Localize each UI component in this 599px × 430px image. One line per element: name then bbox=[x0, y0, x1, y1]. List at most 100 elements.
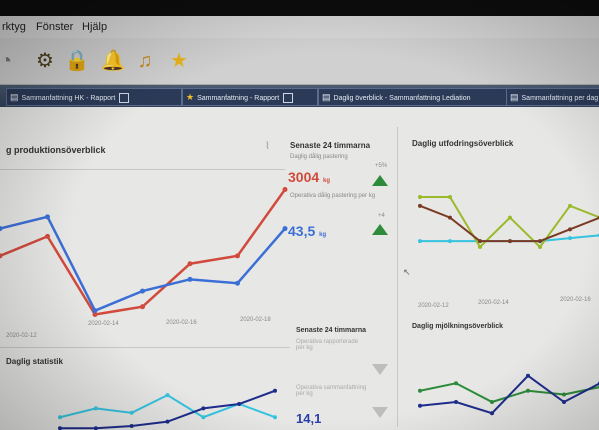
data-point bbox=[58, 426, 62, 430]
menu-bar: rktyg Fönster Hjälp bbox=[0, 16, 599, 38]
toolbar-partial-icon[interactable]: ◔ bbox=[0, 48, 12, 74]
data-point bbox=[187, 261, 193, 267]
data-point bbox=[508, 239, 512, 244]
metric-delta: +4 bbox=[378, 213, 385, 219]
series-line bbox=[419, 382, 599, 404]
data-point bbox=[562, 392, 566, 397]
report-icon: ▤ bbox=[10, 92, 19, 102]
tab-label: Sammanfattning - Rapport bbox=[197, 95, 280, 102]
star-icon[interactable]: ★ bbox=[166, 48, 192, 74]
data-point bbox=[282, 226, 288, 232]
x-tick-label: 2020-02-12 bbox=[418, 303, 449, 309]
data-point bbox=[478, 245, 482, 249]
data-point bbox=[237, 401, 242, 406]
x-tick-label: 2020-02-14 bbox=[478, 300, 509, 306]
metric-number: 3004 bbox=[288, 169, 320, 185]
data-point bbox=[490, 411, 494, 416]
mouse-cursor-icon: ↖ bbox=[403, 267, 411, 277]
statistics-chart bbox=[58, 388, 277, 430]
tab-label: Sammanfattning per dag bbox=[521, 95, 599, 102]
tab-bar: ▤ Sammanfattning HK - Rapport ★ Sammanfatt… bbox=[0, 85, 599, 107]
series-line bbox=[59, 394, 276, 419]
bell-outline-icon[interactable]: ♫ bbox=[132, 48, 158, 74]
x-tick-label: 2020-02-16 bbox=[560, 297, 591, 303]
tab-label: Daglig överblick - Sammanfattning Lediat… bbox=[333, 95, 471, 102]
data-point bbox=[508, 215, 512, 220]
data-point bbox=[140, 304, 145, 310]
tab-label: Sammanfattning HK - Rapport bbox=[21, 95, 116, 102]
production-chart bbox=[0, 187, 288, 317]
data-point bbox=[418, 203, 422, 208]
report-icon: ▤ bbox=[510, 92, 519, 102]
data-point bbox=[187, 276, 193, 282]
chart-icon[interactable]: ⌇ bbox=[265, 141, 270, 152]
data-point bbox=[201, 415, 206, 420]
data-point bbox=[454, 381, 458, 386]
data-point bbox=[568, 236, 572, 241]
data-point bbox=[45, 214, 50, 220]
data-point bbox=[448, 239, 452, 244]
trend-down-icon bbox=[372, 407, 388, 418]
stat-title: Senaste 24 timmarna bbox=[296, 327, 367, 334]
data-point bbox=[568, 203, 572, 208]
screen: rktyg Fönster Hjälp ◔ ⚙ 🔒 🔔 ♫ ★ ▤ Sammanf… bbox=[0, 0, 599, 430]
metric-unit: kg bbox=[319, 232, 327, 238]
series-line bbox=[0, 188, 287, 316]
data-point bbox=[92, 308, 98, 314]
x-tick-label: 2020-02-12 bbox=[6, 333, 37, 339]
trend-up-icon bbox=[372, 175, 388, 186]
data-point bbox=[282, 187, 288, 192]
data-point bbox=[165, 393, 170, 398]
toolbar: ◔ ⚙ 🔒 🔔 ♫ ★ bbox=[0, 38, 599, 85]
data-point bbox=[526, 388, 530, 393]
close-icon[interactable] bbox=[119, 93, 130, 104]
metric-label: Operativa rapporterade per kg bbox=[296, 339, 359, 351]
data-point bbox=[129, 424, 134, 429]
data-point bbox=[538, 245, 542, 249]
bell-icon[interactable]: 🔔 bbox=[100, 48, 126, 74]
menu-item-help[interactable]: Hjälp bbox=[82, 21, 107, 33]
close-icon[interactable] bbox=[283, 93, 294, 104]
series-line bbox=[419, 374, 599, 415]
data-point bbox=[201, 406, 206, 411]
data-point bbox=[418, 403, 422, 408]
menu-item-window[interactable]: Fönster bbox=[36, 21, 73, 33]
dashboard: g produktionsöverblick ⌇ 2020-02-12 2020… bbox=[0, 107, 599, 430]
data-point bbox=[526, 373, 530, 378]
data-point bbox=[273, 415, 277, 420]
tab-daily-overview[interactable]: ▤ Daglig överblick - Sammanfattning Ledia… bbox=[318, 88, 508, 106]
data-point bbox=[490, 400, 494, 404]
metric-delta: +5% bbox=[375, 163, 388, 169]
data-point bbox=[93, 426, 98, 430]
data-point bbox=[418, 195, 422, 199]
data-point bbox=[454, 400, 458, 404]
data-point bbox=[45, 233, 50, 239]
data-point bbox=[568, 227, 572, 232]
divider bbox=[397, 127, 398, 427]
data-point bbox=[235, 280, 240, 286]
metric-value: 14,1 bbox=[296, 411, 322, 426]
screen-bezel bbox=[0, 0, 599, 16]
panel-title-milking: Daglig mjölkningsöverblick bbox=[412, 323, 504, 330]
data-point bbox=[58, 415, 62, 420]
menu-item-tools[interactable]: rktyg bbox=[2, 21, 26, 33]
series-line bbox=[419, 204, 599, 243]
data-point bbox=[538, 239, 542, 244]
data-point bbox=[562, 400, 566, 404]
metric-value: 3004 kg bbox=[288, 169, 330, 185]
panel-title-statistics: Daglig statistik bbox=[6, 357, 63, 366]
lock-icon[interactable]: 🔒 bbox=[64, 48, 90, 74]
panel-title-production: g produktionsöverblick bbox=[6, 145, 106, 155]
wrench-icon[interactable]: ⚙ bbox=[32, 48, 58, 74]
metric-label: Daglig dålig pastering bbox=[290, 154, 348, 160]
data-point bbox=[478, 239, 482, 244]
metric-value: 43,5 kg bbox=[288, 223, 326, 239]
data-point bbox=[165, 419, 170, 424]
tab-per-day[interactable]: ▤ Sammanfattning per dag bbox=[506, 88, 599, 106]
stat-title: Senaste 24 timmarna bbox=[290, 141, 371, 150]
tab-report-summary[interactable]: ★ Sammanfattning - Rapport bbox=[182, 88, 318, 106]
data-point bbox=[418, 239, 422, 244]
data-point bbox=[448, 195, 452, 199]
tab-report-hk[interactable]: ▤ Sammanfattning HK - Rapport bbox=[6, 88, 182, 106]
panel-title-feeding: Daglig utfodringsöverblick bbox=[412, 139, 514, 148]
